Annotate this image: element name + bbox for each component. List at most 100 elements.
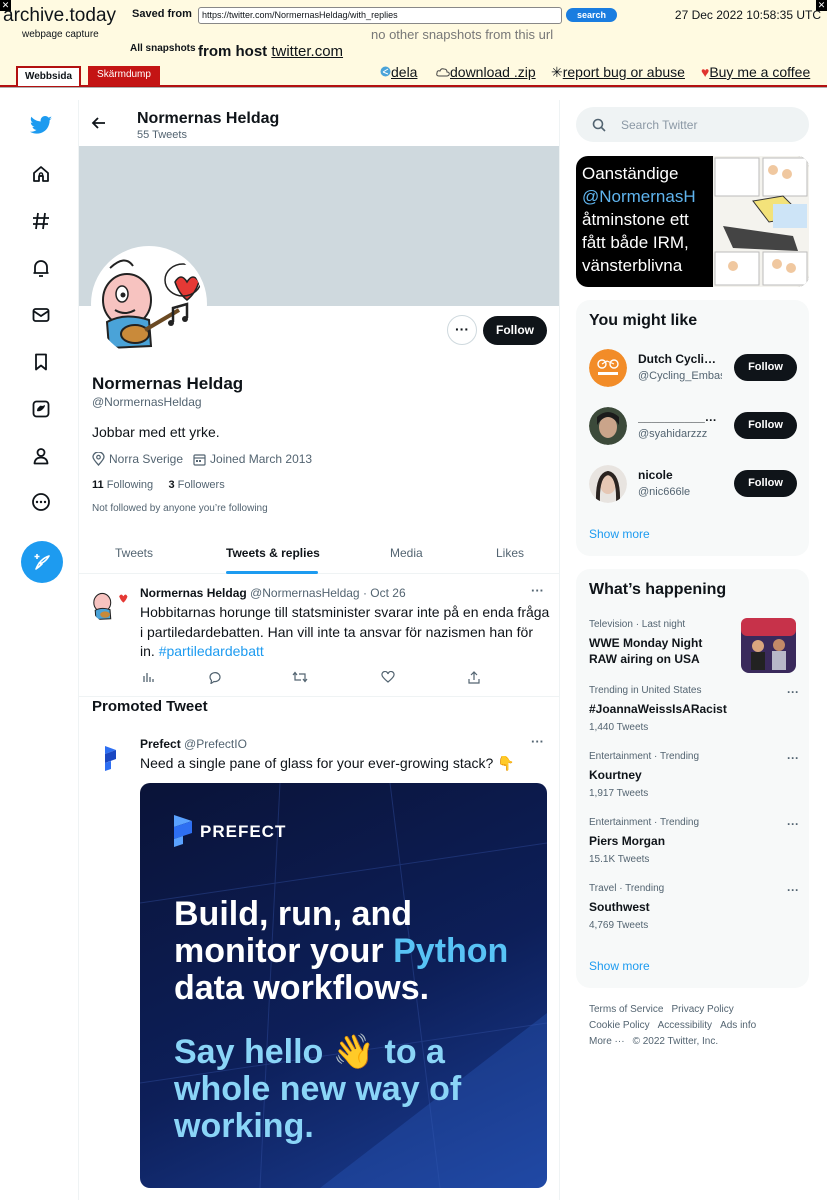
media-line: åtminstone ett: [582, 210, 689, 229]
coffee-link[interactable]: ♥Buy me a coffee: [701, 64, 810, 80]
header-title: Normernas Heldag: [137, 110, 280, 127]
footer-link[interactable]: Cookie Policy: [589, 1020, 650, 1031]
share-link[interactable]: dela: [380, 64, 417, 80]
bookmark-icon[interactable]: [26, 347, 56, 377]
who-to-follow-panel: You might like Dutch Cycling Embassy @Cy…: [576, 300, 809, 556]
comic-image: [713, 156, 809, 287]
url-input[interactable]: https://twitter.com/NormernasHeldag/with…: [198, 7, 562, 24]
tweet-avatar[interactable]: [91, 585, 129, 623]
profile-media-preview[interactable]: Oanständige @NormernasH åtminstone ett f…: [576, 156, 809, 287]
footer-link[interactable]: Accessibility: [658, 1020, 712, 1031]
trend-more-icon[interactable]: ···: [787, 685, 799, 699]
media-line: @NormernasH: [582, 187, 696, 206]
tweet[interactable]: Normernas Heldag @NormernasHeldag · Oct …: [79, 575, 559, 697]
trend-more-icon[interactable]: ···: [787, 751, 799, 765]
show-more-link[interactable]: Show more: [589, 527, 650, 541]
report-link[interactable]: ✳report bug or abuse: [551, 64, 685, 81]
ad-image[interactable]: PREFECT Build, run, and monitor your Pyt…: [140, 783, 547, 1188]
following-link[interactable]: 11 Following: [92, 479, 153, 491]
tab-tweets[interactable]: Tweets: [115, 546, 153, 560]
ad-brand: PREFECT: [200, 822, 287, 841]
twitter-logo-icon[interactable]: [26, 111, 56, 141]
notifications-bell-icon[interactable]: [26, 253, 56, 283]
media-comic-thumbnail[interactable]: [713, 156, 809, 287]
trend-count: 1,440 Tweets: [589, 722, 649, 733]
follow-button[interactable]: Follow: [734, 354, 797, 381]
tab-webpage[interactable]: Webbsida: [16, 66, 81, 86]
follow-button[interactable]: Follow: [734, 470, 797, 497]
analytics-icon[interactable]: [142, 671, 154, 683]
retweet-icon[interactable]: [292, 671, 308, 683]
reply-icon[interactable]: [208, 671, 222, 684]
ad-headline-python: Python: [393, 932, 509, 970]
profile-name: Normernas Heldag: [92, 374, 244, 393]
syahidarzzz-avatar[interactable]: [589, 407, 627, 445]
ad-more-icon[interactable]: ···: [531, 734, 544, 749]
suggestion-name[interactable]: nicole: [638, 468, 673, 482]
trend-meta: Trending in United States: [589, 685, 702, 696]
compose-tweet-button[interactable]: [21, 541, 63, 583]
tab-screenshot[interactable]: Skärmdump: [88, 66, 160, 86]
twitter-blue-icon[interactable]: [26, 394, 56, 424]
trend-more-icon[interactable]: ···: [787, 817, 799, 831]
suggestion-item[interactable]: ________________ @syahidarzzz Follow: [576, 402, 809, 450]
trend-item[interactable]: Television · Last night WWE Monday Night…: [589, 618, 799, 673]
search-input[interactable]: Search Twitter: [576, 107, 809, 142]
messages-envelope-icon[interactable]: [26, 300, 56, 330]
ad-author-name[interactable]: Prefect: [140, 737, 181, 751]
search-button[interactable]: search: [566, 8, 617, 22]
tweet-date[interactable]: Oct 26: [370, 586, 405, 600]
suggestion-name[interactable]: Dutch Cycling Embassy: [638, 352, 722, 366]
ad-headline-4: Say hello 👋 to a: [174, 1033, 445, 1071]
tweet-author-name[interactable]: Normernas Heldag: [140, 586, 247, 600]
footer-link[interactable]: More ···: [589, 1036, 625, 1047]
media-line: vänsterblivna: [582, 256, 683, 275]
prefect-logo-avatar[interactable]: [91, 738, 129, 776]
more-options-icon[interactable]: [26, 487, 56, 517]
nicole-avatar[interactable]: [589, 465, 627, 503]
main-column: Normernas Heldag 55 Tweets ··· Follow No…: [78, 100, 560, 1200]
suggestion-item[interactable]: nicole @nic666le Follow: [576, 460, 809, 508]
ad-author-handle[interactable]: @PrefectIO: [184, 737, 247, 751]
more-options-button[interactable]: ···: [447, 315, 477, 345]
follow-button[interactable]: Follow: [483, 316, 547, 345]
footer-copyright: © 2022 Twitter, Inc.: [632, 1036, 719, 1047]
trend-item[interactable]: Entertainment · Trending Piers Morgan 15…: [589, 817, 799, 865]
suggestion-handle: @nic666le: [638, 486, 691, 498]
dutch-cycling-avatar[interactable]: [589, 349, 627, 387]
followers-link[interactable]: 3 Followers: [168, 479, 224, 491]
ad-headline-6: working.: [174, 1107, 314, 1145]
home-icon[interactable]: [26, 159, 56, 189]
download-link[interactable]: download .zip: [436, 64, 536, 80]
trend-meta: Entertainment · Trending: [589, 751, 700, 762]
tweet-hashtag-link[interactable]: #partiledardebatt: [159, 643, 264, 659]
tweet-more-icon[interactable]: ···: [531, 583, 544, 598]
explore-hashtag-icon[interactable]: [26, 206, 56, 236]
trend-item[interactable]: Entertainment · Trending Kourtney 1,917 …: [589, 751, 799, 799]
trend-more-icon[interactable]: ···: [787, 883, 799, 897]
host-link[interactable]: twitter.com: [271, 43, 343, 60]
archive-logo[interactable]: archive.today: [3, 5, 116, 27]
suggestion-name[interactable]: ________________: [638, 410, 722, 424]
tab-tweets-replies[interactable]: Tweets & replies: [226, 546, 320, 560]
trend-item[interactable]: Travel · Trending Southwest 4,769 Tweets…: [589, 883, 799, 931]
footer-link[interactable]: Terms of Service: [589, 1004, 663, 1015]
profile-icon[interactable]: [26, 441, 56, 471]
footer-link[interactable]: Ads info: [720, 1020, 756, 1031]
like-heart-icon[interactable]: [381, 671, 395, 683]
media-text: Oanständige @NormernasH åtminstone ett f…: [582, 162, 696, 277]
tab-likes[interactable]: Likes: [496, 546, 524, 560]
back-arrow-icon[interactable]: [91, 115, 107, 131]
saved-from-label: Saved from: [132, 8, 192, 20]
suggestion-item[interactable]: Dutch Cycling Embassy @Cycling_Embassy F…: [576, 344, 809, 392]
profile-avatar[interactable]: [91, 246, 207, 362]
tab-media[interactable]: Media: [390, 546, 423, 560]
follow-button[interactable]: Follow: [734, 412, 797, 439]
footer-link[interactable]: Privacy Policy: [671, 1004, 733, 1015]
tweet-author-handle[interactable]: @NormernasHeldag: [250, 586, 360, 600]
trend-item[interactable]: Trending in United States #JoannaWeissIs…: [589, 685, 799, 733]
from-host-label: from host twitter.com: [198, 43, 343, 60]
cartoon-guitarist-avatar: [91, 585, 129, 623]
show-more-link[interactable]: Show more: [589, 959, 650, 973]
share-icon[interactable]: [468, 671, 480, 684]
